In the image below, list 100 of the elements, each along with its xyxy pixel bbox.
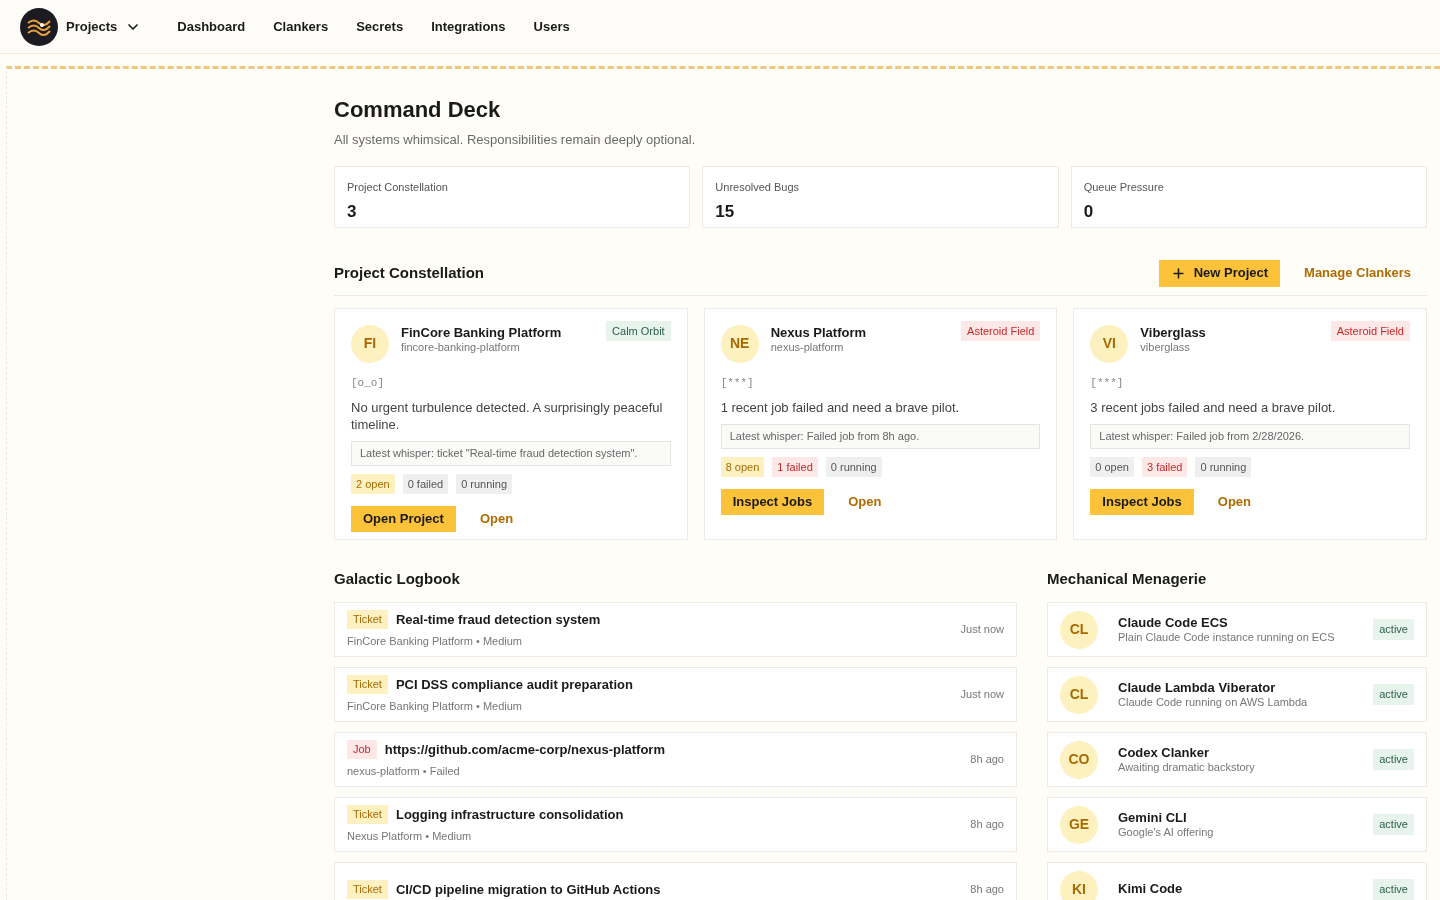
- entry-title: Logging infrastructure consolidation: [395, 805, 624, 824]
- count-chip: 0 running: [456, 473, 512, 494]
- agent-name: Gemini CLI: [1118, 809, 1188, 826]
- project-slug: nexus-platform: [770, 340, 845, 355]
- nav-link[interactable]: Clankers: [273, 16, 329, 37]
- entry-tag: Ticket: [347, 675, 388, 694]
- project-message: 3 recent jobs failed and need a brave pilot.: [1090, 399, 1337, 416]
- log-entry[interactable]: Ticket Real-time fraud detection system FinCore Banking Platform • Medium Just now: [334, 602, 1017, 657]
- entry-title: Real-time fraud detection system: [395, 610, 601, 629]
- entry-title: PCI DSS compliance audit preparation: [395, 675, 633, 694]
- stat-label: Project Constellation: [347, 179, 449, 195]
- primary-button[interactable]: Open Project: [351, 506, 456, 532]
- agent-row[interactable]: GE Gemini CLI Google's AI offering active: [1047, 797, 1427, 852]
- manage-clankers-link[interactable]: Manage Clankers: [1304, 263, 1411, 283]
- project-slug: viberglass: [1140, 340, 1191, 355]
- agent-avatar: CL: [1060, 610, 1098, 649]
- entry-tag: Job: [347, 740, 377, 759]
- plus-icon: [1170, 265, 1186, 281]
- whisper-note: Latest whisper: ticket "Real-time fraud detection system".: [351, 441, 671, 466]
- log-entry[interactable]: Ticket CI/CD pipeline migration to GitHub Actions 8h ago: [334, 862, 1017, 900]
- count-chip: 2 open: [351, 473, 395, 494]
- stat-value: 3: [347, 201, 358, 223]
- project-message: 1 recent job failed and need a brave pilot.: [720, 399, 961, 416]
- status-badge: Asteroid Field: [1330, 320, 1410, 341]
- agent-row[interactable]: CL Claude Code ECS Plain Claude Code instance running on ECS active: [1047, 602, 1427, 657]
- status-badge: Asteroid Field: [961, 320, 1041, 341]
- project-name: Viberglass: [1140, 324, 1206, 341]
- project-name: FinCore Banking Platform: [401, 324, 562, 341]
- agent-description: Google's AI offering: [1118, 825, 1215, 840]
- agent-row[interactable]: CL Claude Lambda Viberator Claude Code running on AWS Lambda active: [1047, 667, 1427, 722]
- agent-name: Claude Lambda Viberator: [1118, 679, 1277, 696]
- open-link[interactable]: Open: [848, 492, 882, 512]
- agent-avatar: KI: [1060, 870, 1098, 900]
- nav-link[interactable]: Dashboard: [177, 16, 246, 37]
- primary-button[interactable]: Inspect Jobs: [1090, 489, 1194, 515]
- entry-time: Just now: [960, 622, 1004, 638]
- section-title: Galactic Logbook: [334, 568, 461, 589]
- agent-row[interactable]: CO Codex Clanker Awaiting dramatic backstory active: [1047, 732, 1427, 787]
- section-title: Mechanical Menagerie: [1047, 568, 1208, 589]
- count-chip: 3 failed: [1142, 456, 1188, 477]
- agent-avatar: GE: [1060, 805, 1098, 844]
- page-title: Command Deck: [334, 96, 502, 124]
- entry-tag: Ticket: [347, 880, 388, 899]
- new-project-button[interactable]: New Project: [1158, 259, 1281, 287]
- agent-description: Awaiting dramatic backstory: [1118, 760, 1256, 775]
- agent-name: Codex Clanker: [1118, 744, 1211, 761]
- project-slug: fincore-banking-platform: [401, 340, 521, 355]
- agent-status: active: [1373, 684, 1414, 705]
- stat-label: Queue Pressure: [1083, 179, 1165, 195]
- entry-title: CI/CD pipeline migration to GitHub Actions: [395, 880, 661, 899]
- nav-link[interactable]: Integrations: [431, 16, 506, 37]
- count-chip: 0 open: [1090, 456, 1134, 477]
- agent-avatar: CL: [1060, 675, 1098, 714]
- status-face: [o_o]: [351, 375, 385, 391]
- nav-link[interactable]: Secrets: [356, 16, 404, 37]
- agent-status: active: [1373, 749, 1414, 770]
- open-link[interactable]: Open: [479, 509, 514, 529]
- status-badge: Calm Orbit: [606, 320, 671, 341]
- log-entry[interactable]: Ticket Logging infrastructure consolidation Nexus Platform • Medium 8h ago: [334, 797, 1017, 852]
- stat-label: Unresolved Bugs: [715, 179, 801, 195]
- count-chip: 0 running: [1195, 456, 1252, 477]
- entry-meta: Nexus Platform • Medium: [347, 829, 473, 844]
- entry-time: 8h ago: [970, 882, 1004, 898]
- entry-title: https://github.com/acme-corp/nexus-platform: [384, 740, 665, 759]
- project-message: No urgent turbulence detected. A surprisingly peaceful timeline.: [351, 399, 664, 433]
- log-entry[interactable]: Job https://github.com/acme-corp/nexus-platform nexus-platform • Failed 8h ago: [334, 732, 1017, 787]
- project-avatar: VI: [1090, 324, 1129, 363]
- nav-link[interactable]: Users: [533, 16, 570, 37]
- agent-name: Claude Code ECS: [1118, 614, 1229, 631]
- whisper-note: Latest whisper: Failed job from 2/28/2026.: [1090, 424, 1410, 449]
- count-chip: 0 failed: [402, 473, 449, 494]
- entry-time: 8h ago: [970, 752, 1004, 768]
- agent-name: Kimi Code: [1118, 881, 1184, 898]
- entry-meta: FinCore Banking Platform • Medium: [347, 699, 524, 714]
- projects-menu[interactable]: Projects: [66, 16, 142, 37]
- entry-time: 8h ago: [970, 817, 1004, 833]
- entry-meta: nexus-platform • Failed: [347, 764, 461, 779]
- agent-avatar: CO: [1060, 740, 1098, 779]
- entry-meta: FinCore Banking Platform • Medium: [347, 634, 524, 649]
- count-chip: 1 failed: [772, 456, 818, 477]
- status-face: [***]: [720, 375, 755, 391]
- open-link[interactable]: Open: [1217, 492, 1252, 512]
- stat-value: 15: [715, 201, 736, 223]
- entry-tag: Ticket: [347, 805, 388, 824]
- whisper-note: Latest whisper: Failed job from 8h ago.: [720, 424, 1041, 449]
- log-entry[interactable]: Ticket PCI DSS compliance audit preparation FinCore Banking Platform • Medium Just now: [334, 667, 1017, 722]
- page-subtitle: All systems whimsical. Responsibilities remain deeply optional.: [334, 131, 697, 149]
- project-name: Nexus Platform: [770, 324, 867, 341]
- primary-button[interactable]: Inspect Jobs: [720, 489, 825, 515]
- agent-description: Claude Code running on AWS Lambda: [1118, 695, 1309, 710]
- stat-value: 0: [1083, 201, 1095, 223]
- count-chip: 0 running: [825, 456, 882, 477]
- section-title: Project Constellation: [334, 262, 485, 283]
- agent-status: active: [1373, 879, 1414, 900]
- logo-icon[interactable]: [20, 7, 58, 46]
- agent-status: active: [1373, 814, 1414, 835]
- project-avatar: FI: [351, 324, 389, 363]
- status-face: [***]: [1090, 375, 1125, 391]
- project-avatar: NE: [720, 324, 759, 363]
- agent-row[interactable]: KI Kimi Code active: [1047, 862, 1427, 900]
